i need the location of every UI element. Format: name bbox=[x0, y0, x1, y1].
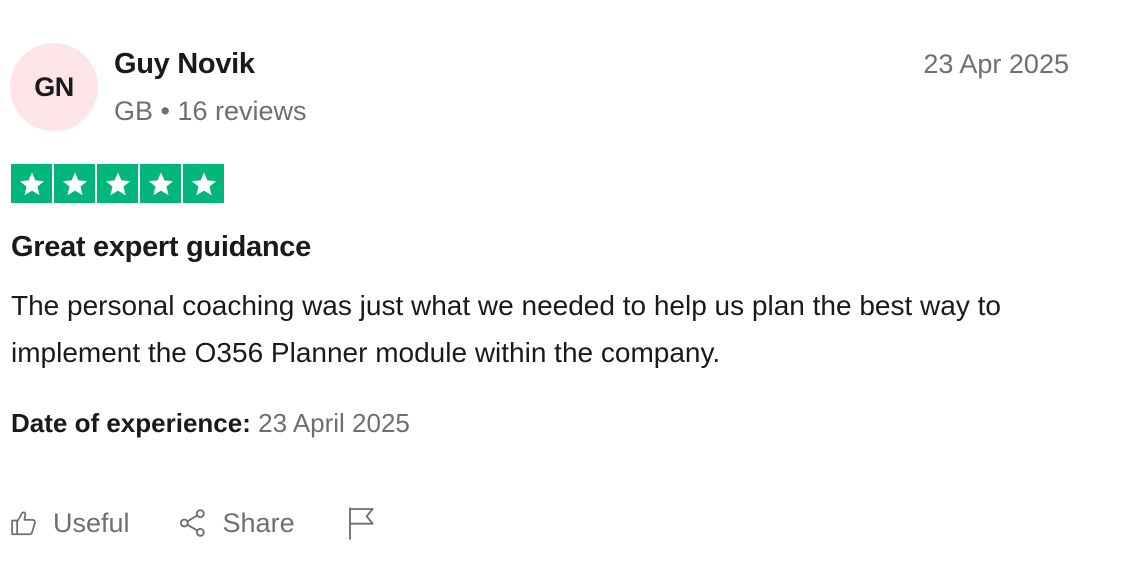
useful-label: Useful bbox=[53, 507, 130, 538]
review-card: GN Guy Novik GB • 16 reviews 23 Apr 2025… bbox=[0, 0, 1138, 576]
share-icon bbox=[177, 507, 209, 539]
reviewer-name[interactable]: Guy Novik bbox=[114, 46, 255, 82]
review-title[interactable]: Great expert guidance bbox=[11, 229, 311, 265]
star-icon bbox=[105, 171, 130, 195]
reviewer-review-count: 16 reviews bbox=[177, 96, 307, 126]
star-4 bbox=[140, 164, 181, 203]
star-icon bbox=[191, 171, 216, 195]
star-icon bbox=[62, 171, 87, 195]
review-body: The personal coaching was just what we n… bbox=[11, 290, 1001, 368]
star-3 bbox=[97, 164, 138, 203]
thumbs-up-icon bbox=[9, 508, 39, 538]
share-label: Share bbox=[222, 507, 295, 538]
reviewer-country: GB bbox=[114, 96, 154, 126]
review-actions: Useful Share bbox=[9, 503, 378, 543]
star-rating bbox=[11, 164, 224, 203]
star-2 bbox=[54, 164, 95, 203]
review-date: 23 Apr 2025 bbox=[923, 49, 1069, 79]
experience-label: Date of experience: bbox=[11, 408, 251, 438]
report-button[interactable] bbox=[346, 505, 378, 541]
star-icon bbox=[19, 171, 44, 195]
star-5 bbox=[183, 164, 224, 203]
star-1 bbox=[11, 164, 52, 203]
useful-button[interactable]: Useful bbox=[9, 508, 130, 539]
flag-icon bbox=[346, 505, 378, 541]
experience-date: 23 April 2025 bbox=[258, 408, 410, 438]
share-button[interactable]: Share bbox=[177, 507, 295, 539]
avatar[interactable]: GN bbox=[10, 43, 98, 131]
meta-separator: • bbox=[160, 96, 170, 126]
star-icon bbox=[148, 171, 173, 195]
reviewer-meta: GB • 16 reviews bbox=[114, 94, 307, 128]
date-of-experience: Date of experience: 23 April 2025 bbox=[11, 406, 410, 440]
